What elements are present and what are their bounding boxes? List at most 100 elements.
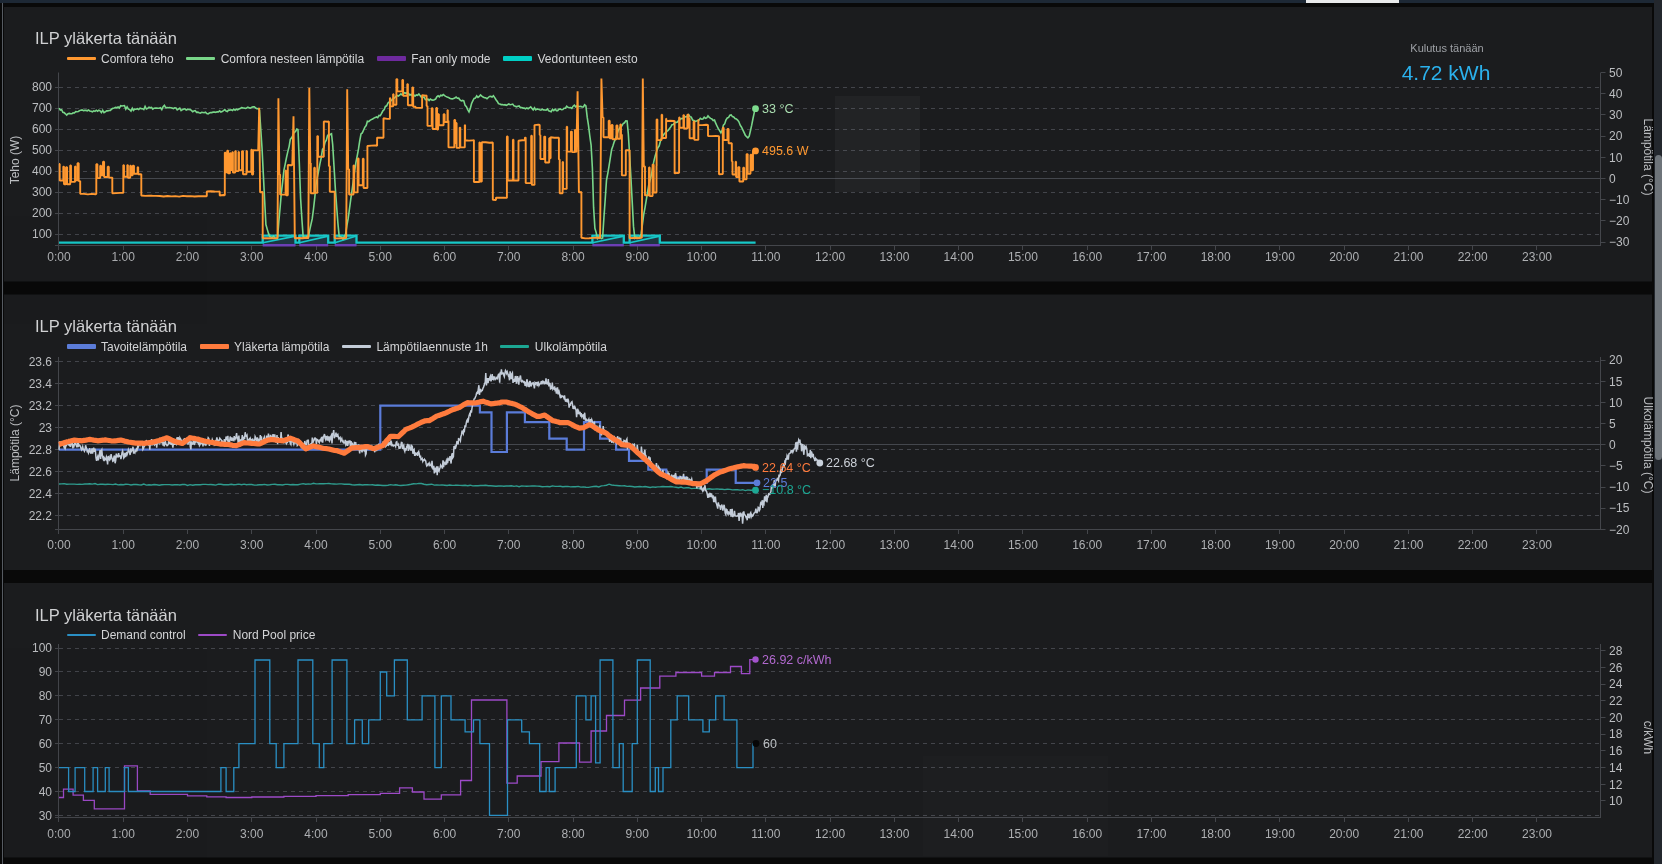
svg-text:1:00: 1:00 bbox=[112, 538, 136, 552]
svg-text:17:00: 17:00 bbox=[1136, 827, 1166, 841]
svg-text:22:00: 22:00 bbox=[1458, 250, 1488, 264]
svg-text:495.6 W: 495.6 W bbox=[762, 144, 809, 158]
svg-text:11:00: 11:00 bbox=[751, 250, 780, 264]
svg-text:6:00: 6:00 bbox=[433, 250, 457, 264]
svg-text:3:00: 3:00 bbox=[240, 538, 264, 552]
svg-text:30: 30 bbox=[1609, 108, 1623, 122]
svg-text:7:00: 7:00 bbox=[497, 827, 521, 841]
svg-text:22:00: 22:00 bbox=[1458, 538, 1488, 552]
svg-text:−30: −30 bbox=[1609, 235, 1630, 249]
svg-text:4.72 kWh: 4.72 kWh bbox=[1402, 61, 1491, 84]
svg-text:19:00: 19:00 bbox=[1265, 250, 1295, 264]
svg-text:28: 28 bbox=[1609, 644, 1623, 658]
svg-text:Teho (W): Teho (W) bbox=[8, 136, 22, 185]
svg-text:5:00: 5:00 bbox=[369, 538, 393, 552]
svg-text:2:00: 2:00 bbox=[176, 538, 200, 552]
svg-text:23:00: 23:00 bbox=[1522, 827, 1552, 841]
svg-text:5:00: 5:00 bbox=[369, 827, 393, 841]
svg-text:6:00: 6:00 bbox=[433, 827, 457, 841]
svg-text:0: 0 bbox=[1609, 172, 1616, 186]
svg-text:14: 14 bbox=[1609, 761, 1623, 775]
svg-text:26: 26 bbox=[1609, 661, 1623, 675]
svg-text:−10: −10 bbox=[1609, 480, 1630, 494]
svg-text:19:00: 19:00 bbox=[1265, 538, 1295, 552]
svg-text:22:00: 22:00 bbox=[1458, 827, 1488, 841]
svg-text:8:00: 8:00 bbox=[561, 538, 585, 552]
svg-text:4:00: 4:00 bbox=[304, 827, 328, 841]
svg-text:4:00: 4:00 bbox=[304, 250, 328, 264]
svg-text:−5: −5 bbox=[1609, 459, 1623, 473]
svg-text:18:00: 18:00 bbox=[1201, 827, 1231, 841]
svg-text:7:00: 7:00 bbox=[497, 538, 521, 552]
svg-text:20:00: 20:00 bbox=[1329, 250, 1359, 264]
svg-text:−15: −15 bbox=[1609, 501, 1630, 515]
svg-text:9:00: 9:00 bbox=[626, 250, 650, 264]
svg-text:700: 700 bbox=[32, 101, 52, 115]
svg-text:14:00: 14:00 bbox=[944, 538, 974, 552]
svg-text:20: 20 bbox=[1609, 129, 1623, 143]
svg-text:12:00: 12:00 bbox=[815, 827, 845, 841]
svg-text:23.6: 23.6 bbox=[29, 355, 53, 369]
svg-text:19:00: 19:00 bbox=[1265, 827, 1295, 841]
svg-text:11:00: 11:00 bbox=[751, 538, 780, 552]
svg-text:20: 20 bbox=[1609, 711, 1623, 725]
svg-text:40: 40 bbox=[1609, 87, 1623, 101]
svg-text:12:00: 12:00 bbox=[815, 250, 845, 264]
svg-text:18: 18 bbox=[1609, 727, 1623, 741]
svg-text:12:00: 12:00 bbox=[815, 538, 845, 552]
svg-text:Ulkolämpötila (°C): Ulkolämpötila (°C) bbox=[1641, 397, 1655, 494]
svg-text:23: 23 bbox=[39, 421, 53, 435]
svg-text:15:00: 15:00 bbox=[1008, 250, 1038, 264]
svg-text:20:00: 20:00 bbox=[1329, 538, 1359, 552]
svg-text:23.4: 23.4 bbox=[29, 377, 53, 391]
svg-text:14:00: 14:00 bbox=[944, 250, 974, 264]
svg-text:17:00: 17:00 bbox=[1136, 250, 1166, 264]
svg-text:23:00: 23:00 bbox=[1522, 250, 1552, 264]
svg-text:10: 10 bbox=[1609, 151, 1623, 165]
svg-text:17:00: 17:00 bbox=[1136, 538, 1166, 552]
svg-text:−10: −10 bbox=[1609, 193, 1630, 207]
svg-text:26.92 c/kWh: 26.92 c/kWh bbox=[762, 653, 832, 667]
svg-text:3:00: 3:00 bbox=[240, 827, 264, 841]
svg-text:4:00: 4:00 bbox=[304, 538, 328, 552]
svg-text:−10.8 °C: −10.8 °C bbox=[762, 483, 811, 497]
svg-text:Kulutus tänään: Kulutus tänään bbox=[1410, 42, 1483, 54]
svg-text:12: 12 bbox=[1609, 778, 1623, 792]
svg-text:22.2: 22.2 bbox=[29, 509, 53, 523]
svg-text:c/kWh: c/kWh bbox=[1641, 721, 1655, 754]
svg-text:18:00: 18:00 bbox=[1201, 538, 1231, 552]
svg-text:60: 60 bbox=[763, 737, 777, 751]
svg-text:7:00: 7:00 bbox=[497, 250, 521, 264]
svg-text:23.2: 23.2 bbox=[29, 399, 53, 413]
svg-text:10:00: 10:00 bbox=[687, 250, 717, 264]
svg-text:9:00: 9:00 bbox=[626, 538, 650, 552]
svg-text:22.4: 22.4 bbox=[29, 487, 53, 501]
svg-text:15:00: 15:00 bbox=[1008, 538, 1038, 552]
svg-text:13:00: 13:00 bbox=[879, 250, 909, 264]
svg-text:−20: −20 bbox=[1609, 523, 1630, 537]
svg-text:5: 5 bbox=[1609, 417, 1616, 431]
svg-text:5:00: 5:00 bbox=[369, 250, 393, 264]
svg-text:33 °C: 33 °C bbox=[762, 102, 793, 116]
svg-text:10:00: 10:00 bbox=[687, 827, 717, 841]
svg-text:6:00: 6:00 bbox=[433, 538, 457, 552]
svg-text:22.68 °C: 22.68 °C bbox=[826, 456, 875, 470]
svg-text:600: 600 bbox=[32, 122, 52, 136]
svg-text:16:00: 16:00 bbox=[1072, 250, 1102, 264]
svg-text:22.64 °C: 22.64 °C bbox=[762, 461, 811, 475]
svg-text:21:00: 21:00 bbox=[1393, 827, 1423, 841]
svg-text:21:00: 21:00 bbox=[1393, 538, 1423, 552]
svg-text:Lämpötila (°C): Lämpötila (°C) bbox=[8, 405, 22, 482]
svg-text:11:00: 11:00 bbox=[751, 827, 780, 841]
svg-text:16: 16 bbox=[1609, 744, 1623, 758]
svg-text:−20: −20 bbox=[1609, 214, 1630, 228]
svg-text:0: 0 bbox=[1609, 438, 1616, 452]
svg-text:20: 20 bbox=[1609, 353, 1623, 367]
svg-text:22: 22 bbox=[1609, 694, 1623, 708]
svg-text:300: 300 bbox=[32, 185, 52, 199]
svg-text:Lämpötila (°C): Lämpötila (°C) bbox=[1641, 119, 1655, 196]
svg-text:8:00: 8:00 bbox=[561, 250, 585, 264]
svg-text:9:00: 9:00 bbox=[626, 827, 650, 841]
svg-text:22.6: 22.6 bbox=[29, 465, 53, 479]
svg-text:500: 500 bbox=[32, 143, 52, 157]
